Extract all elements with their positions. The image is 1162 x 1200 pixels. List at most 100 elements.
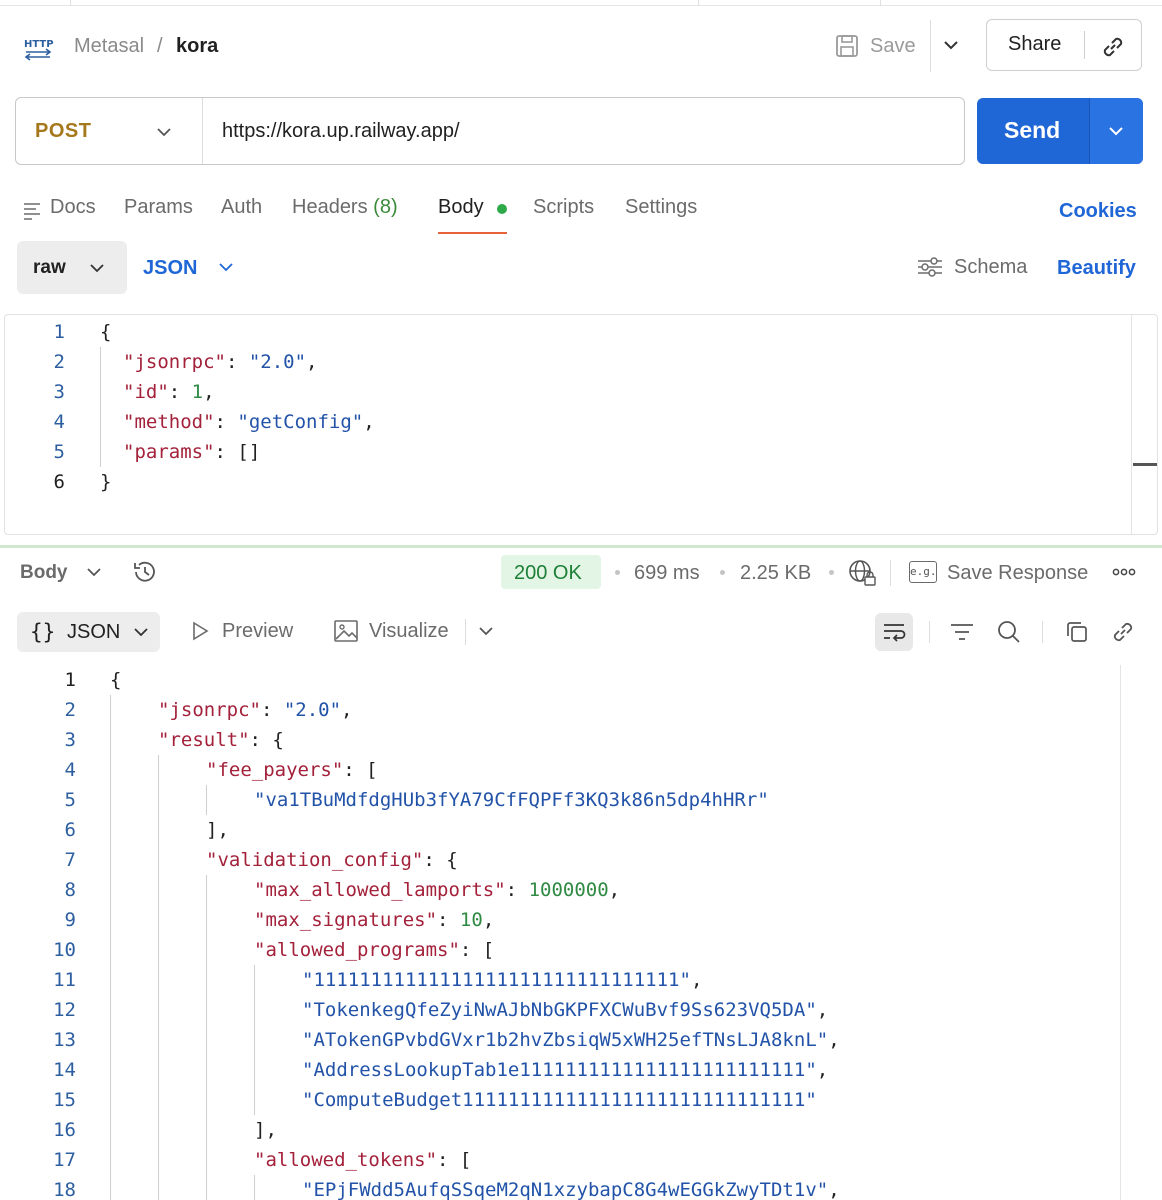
body-format-select[interactable]: JSON: [143, 257, 197, 280]
request-body-editor[interactable]: 1{2 "jsonrpc": "2.0", 3 "id": 1, 4 "method": …: [4, 314, 1158, 535]
code-token: : {: [423, 849, 458, 871]
indent-guide: [110, 1025, 111, 1055]
code-token: 1: [191, 381, 204, 403]
request-name[interactable]: kora: [176, 34, 218, 58]
history-icon[interactable]: [131, 558, 159, 586]
divider: [929, 621, 930, 643]
docs-icon: [24, 203, 40, 220]
response-format-select[interactable]: {} JSON: [17, 612, 160, 652]
copy-link-icon[interactable]: [1099, 33, 1127, 61]
preview-button[interactable]: Preview: [188, 619, 293, 643]
code-token: "params": [123, 441, 215, 463]
url-input[interactable]: https://kora.up.railway.app/: [222, 120, 460, 143]
separator-dot: [720, 570, 725, 575]
breadcrumb-separator: /: [157, 35, 163, 57]
save-label: Save: [870, 34, 916, 57]
filter-button[interactable]: [943, 613, 981, 651]
separator-dot: [829, 570, 834, 575]
headers-count-badge: (8): [373, 196, 398, 218]
schema-button[interactable]: Schema: [916, 255, 1027, 279]
wrap-lines-button[interactable]: [875, 613, 913, 651]
tab-headers[interactable]: Headers (8): [292, 196, 398, 219]
save-response-button[interactable]: Save Response: [947, 562, 1088, 585]
tab-docs[interactable]: Docs: [50, 196, 96, 219]
tab-body[interactable]: Body: [438, 196, 484, 219]
network-globe-icon[interactable]: [847, 558, 877, 588]
code-line: "11111111111111111111111111111111",: [302, 965, 702, 995]
response-size[interactable]: 2.25 KB: [740, 562, 811, 585]
tab-scripts[interactable]: Scripts: [533, 196, 594, 219]
separator-dot: [615, 570, 620, 575]
chevron-down-icon[interactable]: [84, 562, 104, 582]
code-token: "jsonrpc": [158, 699, 261, 721]
search-icon: [998, 621, 1020, 643]
code-line: "fee_payers": [: [206, 755, 378, 785]
code-token: 10: [459, 909, 483, 931]
editor-scrollbar-thumb[interactable]: [1133, 463, 1157, 466]
code-line: ],: [206, 815, 229, 845]
visualize-button[interactable]: Visualize: [333, 619, 449, 643]
code-line: "max_allowed_lamports": 1000000,: [254, 875, 620, 905]
body-modified-indicator: [497, 204, 507, 214]
code-line: }: [100, 467, 111, 497]
indent-guide: [254, 995, 255, 1025]
schema-label: Schema: [954, 255, 1028, 278]
save-options-chevron-icon[interactable]: [940, 34, 962, 56]
indent-guide: [206, 1175, 207, 1200]
tab-auth[interactable]: Auth: [221, 196, 262, 219]
status-badge[interactable]: 200 OK: [501, 555, 601, 589]
pane-splitter[interactable]: [0, 545, 1162, 548]
indent-guide: [206, 995, 207, 1025]
tab-params[interactable]: Params: [124, 196, 193, 219]
response-body-label[interactable]: Body: [20, 562, 68, 584]
method-select[interactable]: POST: [35, 120, 91, 143]
code-token: ,: [341, 699, 353, 721]
code-line: "id": 1,: [123, 377, 215, 407]
body-type-select[interactable]: raw: [17, 241, 127, 294]
line-number: 11: [53, 969, 76, 991]
cookies-link[interactable]: Cookies: [1059, 200, 1137, 223]
response-header: Body 200 OK 699 ms 2.25 KB e.g. Save Res…: [0, 552, 1162, 592]
example-icon: e.g.: [909, 561, 937, 583]
code-token: ,: [690, 969, 703, 991]
breadcrumb-workspace[interactable]: Metasal: [74, 34, 144, 58]
chevron-down-icon[interactable]: [476, 621, 496, 641]
indent-guide: [110, 1115, 111, 1145]
tab-settings[interactable]: Settings: [625, 196, 697, 219]
link-icon: [1113, 622, 1133, 642]
save-button[interactable]: Save: [834, 28, 916, 64]
code-line: {: [100, 317, 111, 347]
line-number: 9: [64, 909, 76, 931]
share-button[interactable]: Share: [1008, 33, 1061, 56]
response-time[interactable]: 699 ms: [634, 562, 700, 585]
chevron-down-icon[interactable]: [154, 122, 174, 142]
indent-guide: [158, 845, 159, 875]
line-number: 13: [53, 1029, 76, 1051]
copy-button[interactable]: [1058, 613, 1096, 651]
code-token: "jsonrpc": [123, 351, 226, 373]
search-button[interactable]: [990, 613, 1028, 651]
send-label: Send: [1004, 117, 1061, 143]
send-options-button[interactable]: [1089, 98, 1143, 164]
chevron-down-icon[interactable]: [216, 257, 236, 277]
line-number: 12: [53, 999, 76, 1021]
indent-guide: [158, 905, 159, 935]
copy-link-button[interactable]: [1104, 613, 1142, 651]
send-button[interactable]: Send: [977, 98, 1143, 164]
play-icon: [193, 621, 209, 641]
response-body-viewer[interactable]: 1{2 "jsonrpc": "2.0", 3 "result": {4 "fee_pa…: [0, 665, 1162, 1200]
indent-guide: [206, 965, 207, 995]
indent-guide: [158, 995, 159, 1025]
code-token: ,: [363, 411, 375, 433]
code-line: "allowed_programs": [: [254, 935, 494, 965]
code-token: "2.0": [248, 351, 307, 373]
beautify-button[interactable]: Beautify: [1057, 257, 1136, 280]
code-token: 1000000: [528, 879, 609, 901]
visualize-label: Visualize: [369, 619, 449, 642]
line-number: 1: [64, 669, 76, 691]
code-line: "jsonrpc": "2.0",: [123, 347, 318, 377]
indent-guide: [110, 1085, 111, 1115]
code-line: "validation_config": {: [206, 845, 458, 875]
line-number: 2: [53, 351, 65, 373]
more-options-icon[interactable]: [1111, 562, 1137, 582]
